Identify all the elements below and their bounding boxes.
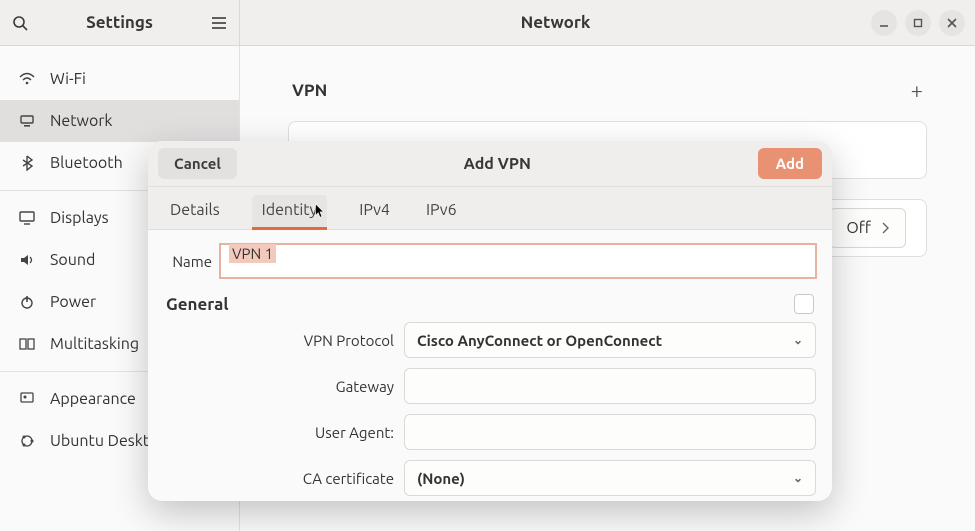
protocol-label: VPN Protocol: [164, 332, 394, 349]
power-icon: [18, 294, 36, 310]
search-icon[interactable]: [0, 15, 40, 31]
network-icon: [18, 113, 36, 129]
minimize-button[interactable]: [871, 10, 897, 36]
user-agent-input[interactable]: [404, 414, 816, 450]
wifi-icon: [18, 71, 36, 87]
sidebar-item-label: Displays: [50, 209, 109, 227]
ubuntu-icon: [18, 433, 36, 449]
page-title: Network: [240, 13, 871, 32]
gateway-label: Gateway: [164, 378, 394, 395]
protocol-combo[interactable]: Cisco AnyConnect or OpenConnect ⌄: [404, 322, 816, 358]
tab-identity[interactable]: Identity: [252, 195, 328, 229]
sidebar-item-wifi[interactable]: Wi-Fi: [0, 58, 239, 100]
dialog-body: Name VPN 1 General VPN Protocol Cisco An…: [148, 230, 832, 501]
ca-cert-combo[interactable]: (None) ⌄: [404, 460, 816, 496]
sidebar-item-label: Bluetooth: [50, 154, 123, 172]
gateway-input[interactable]: [404, 368, 816, 404]
dialog-tabs: Details Identity IPv4 IPv6: [148, 187, 832, 230]
chevron-right-icon: [881, 222, 889, 234]
bluetooth-icon: [18, 155, 36, 171]
ca-cert-label: CA certificate: [164, 470, 394, 487]
settings-title: Settings: [40, 13, 199, 32]
dialog-title: Add VPN: [237, 155, 758, 173]
tab-ipv6[interactable]: IPv6: [422, 195, 461, 229]
tab-details[interactable]: Details: [166, 195, 224, 229]
add-vpn-dialog: Cancel Add VPN Add Details Identity IPv4…: [148, 141, 832, 501]
general-heading: General: [166, 295, 229, 314]
user-agent-label: User Agent:: [164, 424, 394, 441]
display-icon: [18, 210, 36, 226]
sound-icon: [18, 252, 36, 268]
multitask-icon: [18, 336, 36, 352]
sidebar-item-label: Appearance: [50, 390, 136, 408]
off-label: Off: [846, 219, 871, 237]
sidebar-item-label: Power: [50, 293, 96, 311]
window-controls: [871, 10, 975, 36]
sidebar-item-label: Network: [50, 112, 112, 130]
chevron-down-icon: ⌄: [793, 471, 803, 485]
sidebar-item-label: Sound: [50, 251, 95, 269]
sidebar-item-label: Wi-Fi: [50, 70, 86, 88]
sidebar-item-network[interactable]: Network: [0, 100, 239, 142]
hamburger-icon[interactable]: [199, 16, 239, 30]
name-label: Name: [164, 253, 212, 270]
dialog-header: Cancel Add VPN Add: [148, 141, 832, 187]
add-vpn-plus-button[interactable]: +: [911, 78, 923, 103]
cancel-button[interactable]: Cancel: [158, 148, 237, 179]
chevron-down-icon: ⌄: [793, 333, 803, 347]
cursor-icon: [314, 203, 326, 219]
titlebar-left: Settings: [0, 0, 240, 45]
name-input[interactable]: VPN 1: [220, 244, 816, 278]
general-checkbox[interactable]: [794, 294, 814, 314]
vpn-heading: VPN: [292, 81, 327, 100]
close-button[interactable]: [939, 10, 965, 36]
appearance-icon: [18, 391, 36, 407]
sidebar-item-label: Multitasking: [50, 335, 139, 353]
tab-ipv4[interactable]: IPv4: [355, 195, 394, 229]
vpn-off-toggle[interactable]: Off: [829, 208, 906, 248]
titlebar: Settings Network: [0, 0, 975, 46]
maximize-button[interactable]: [905, 10, 931, 36]
add-button[interactable]: Add: [758, 148, 822, 179]
